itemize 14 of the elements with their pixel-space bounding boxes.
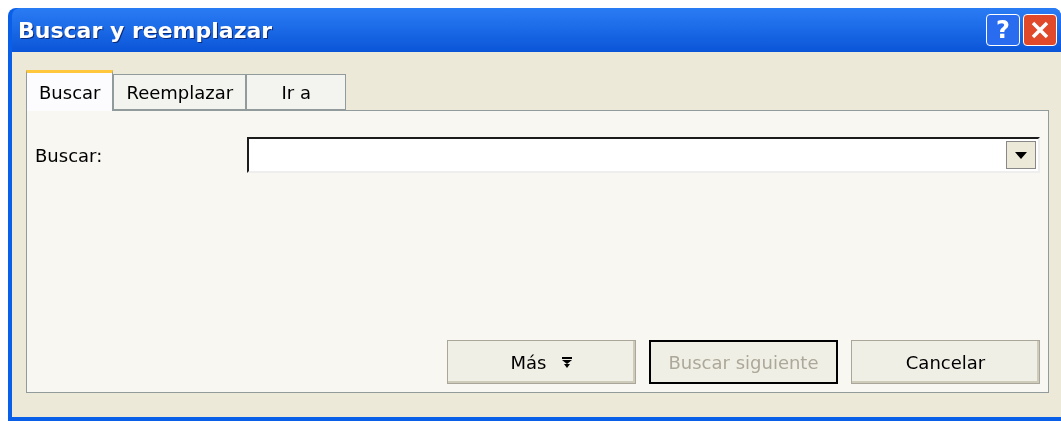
tab[interactable]: Buscar xyxy=(26,70,114,111)
help-button[interactable]: ? xyxy=(986,14,1020,46)
double-caret-down-icon xyxy=(562,356,573,368)
dropdown-button[interactable] xyxy=(1006,141,1036,169)
dialog-button[interactable]: Cancelar xyxy=(851,340,1040,384)
tab[interactable]: Ir a xyxy=(246,74,347,110)
search-label: Buscar: xyxy=(35,143,104,168)
close-button[interactable] xyxy=(1023,14,1057,46)
more-button[interactable]: Más xyxy=(447,340,636,384)
close-icon xyxy=(1030,20,1050,40)
search-combobox[interactable] xyxy=(247,137,1040,173)
caret-down-icon xyxy=(1015,151,1027,159)
tab[interactable]: Reemplazar xyxy=(113,74,247,110)
window-title: Buscar y reemplazar xyxy=(18,16,273,45)
